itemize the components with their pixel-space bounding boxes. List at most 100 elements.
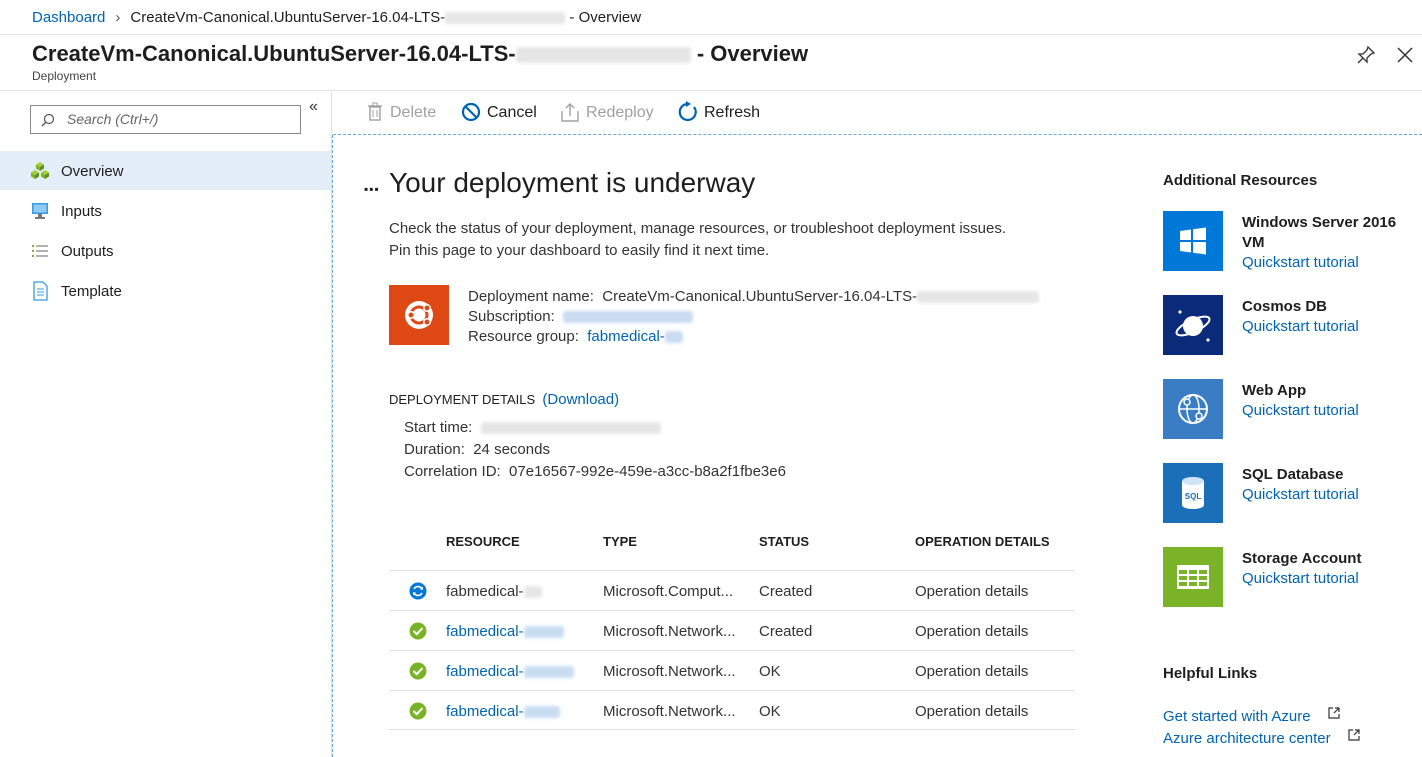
- operation-details-link[interactable]: Operation details: [915, 583, 1028, 600]
- outputs-list-icon: [32, 245, 48, 257]
- sidebar-item-outputs[interactable]: Outputs: [0, 231, 331, 270]
- quickstart-link[interactable]: Quickstart tutorial: [1242, 486, 1359, 503]
- loading-dots-icon: ▪▪▪: [364, 182, 380, 196]
- start-time-row: Start time:: [404, 419, 661, 436]
- redacted-text: [917, 291, 1040, 304]
- redacted-text: [445, 12, 566, 25]
- success-check-icon: [409, 622, 427, 640]
- in-progress-icon: [409, 582, 427, 600]
- resource-title: Cosmos DB: [1242, 298, 1328, 315]
- external-link-icon: [1348, 729, 1360, 741]
- duration-label: Duration:: [404, 441, 465, 458]
- refresh-icon: [678, 101, 697, 122]
- sidebar-item-label: Outputs: [61, 243, 114, 260]
- helpful-links-heading: Helpful Links: [1163, 665, 1258, 682]
- redeploy-button[interactable]: Redeploy: [586, 104, 654, 122]
- pin-icon[interactable]: [1355, 44, 1377, 66]
- sidebar-item-inputs[interactable]: Inputs: [0, 191, 331, 230]
- column-header-type: TYPE: [603, 534, 637, 549]
- resource-type: Microsoft.Network...: [603, 703, 736, 720]
- architecture-center-link[interactable]: Azure architecture center: [1163, 730, 1331, 747]
- search-input[interactable]: Search (Ctrl+/): [30, 105, 301, 134]
- sql-database-icon[interactable]: SQL: [1163, 463, 1223, 523]
- resource-group-link[interactable]: fabmedical-: [587, 328, 665, 345]
- resource-type: Microsoft.Network...: [603, 623, 736, 640]
- quickstart-link[interactable]: Quickstart tutorial: [1242, 570, 1359, 587]
- refresh-button[interactable]: Refresh: [704, 104, 760, 122]
- subscription-label: Subscription:: [468, 308, 555, 325]
- cancel-button[interactable]: Cancel: [487, 104, 537, 122]
- column-header-resource: RESOURCE: [446, 534, 520, 549]
- sidebar-item-overview[interactable]: Overview: [0, 151, 331, 190]
- close-icon[interactable]: [1394, 44, 1416, 66]
- resource-type: Microsoft.Network...: [603, 663, 736, 680]
- table-row: fabmedical- Microsoft.Network... OK Oper…: [389, 690, 1075, 730]
- resource-group-row: Resource group: fabmedical-: [468, 328, 683, 345]
- search-icon: [41, 113, 55, 127]
- resource-name-link[interactable]: fabmedical-: [446, 703, 560, 720]
- resource-name: fabmedical-: [446, 583, 542, 600]
- cosmos-planet-icon[interactable]: [1163, 295, 1223, 355]
- page-title-suffix: - Overview: [690, 41, 809, 66]
- quickstart-link[interactable]: Quickstart tutorial: [1242, 254, 1359, 271]
- get-started-link[interactable]: Get started with Azure: [1163, 708, 1311, 725]
- resource-title: Storage Account: [1242, 550, 1362, 567]
- download-link[interactable]: (Download): [542, 391, 619, 408]
- description-line: Check the status of your deployment, man…: [389, 220, 1006, 237]
- success-check-icon: [409, 662, 427, 680]
- correlation-value: 07e16567-992e-459e-a3cc-b8a2f1fbe3e6: [509, 463, 786, 480]
- external-link-icon: [1328, 707, 1340, 719]
- sidebar-item-label: Template: [61, 283, 122, 300]
- resource-status: OK: [759, 663, 781, 680]
- start-time-label: Start time:: [404, 419, 473, 436]
- windows-icon[interactable]: [1163, 211, 1223, 271]
- table-row: fabmedical- Microsoft.Network... OK Oper…: [389, 650, 1075, 690]
- storage-table-icon[interactable]: [1163, 547, 1223, 607]
- duration-row: Duration: 24 seconds: [404, 441, 550, 458]
- breadcrumb-dashboard-link[interactable]: Dashboard: [32, 9, 105, 26]
- deployment-details-heading: DEPLOYMENT DETAILS (Download): [389, 391, 619, 408]
- quickstart-link[interactable]: Quickstart tutorial: [1242, 402, 1359, 419]
- resource-name-link[interactable]: fabmedical-: [446, 623, 564, 640]
- collapse-sidebar-icon[interactable]: «: [309, 98, 318, 116]
- redeploy-upload-icon: [561, 103, 579, 122]
- inputs-monitor-icon: [32, 203, 48, 219]
- sidebar-item-template[interactable]: Template: [0, 271, 331, 310]
- resource-name-link[interactable]: fabmedical-: [446, 663, 574, 680]
- subscription-link[interactable]: [563, 311, 694, 324]
- template-document-icon: [33, 281, 48, 301]
- operation-details-link[interactable]: Operation details: [915, 623, 1028, 640]
- column-header-status: STATUS: [759, 534, 810, 549]
- redacted-text: [480, 422, 661, 435]
- ubuntu-logo-icon: [389, 285, 449, 345]
- deployment-name-row: Deployment name: CreateVm-Canonical.Ubun…: [468, 288, 1040, 305]
- resource-status: Created: [759, 583, 813, 600]
- correlation-label: Correlation ID:: [404, 463, 501, 480]
- resource-title: Web App: [1242, 382, 1307, 399]
- delete-trash-icon: [368, 102, 382, 121]
- resource-type: Microsoft.Comput...: [603, 583, 734, 600]
- deployment-heading: Your deployment is underway: [389, 167, 756, 198]
- web-app-globe-icon[interactable]: [1163, 379, 1223, 439]
- operation-details-link[interactable]: Operation details: [915, 703, 1028, 720]
- overview-cubes-icon: [31, 162, 49, 179]
- correlation-row: Correlation ID: 07e16567-992e-459e-a3cc-…: [404, 463, 786, 480]
- resource-group-label: Resource group:: [468, 328, 579, 345]
- additional-resources-heading: Additional Resources: [1163, 172, 1318, 189]
- page-subtitle: Deployment: [32, 69, 97, 83]
- operation-details-link[interactable]: Operation details: [915, 663, 1028, 680]
- redacted-text: [515, 47, 691, 64]
- redacted-text: [664, 331, 683, 344]
- breadcrumb-current-prefix: CreateVm-Canonical.UbuntuServer-16.04-LT…: [130, 9, 446, 26]
- content-border: [332, 135, 333, 757]
- column-header-operation-details: OPERATION DETAILS: [915, 534, 1050, 549]
- description-line: Pin this page to your dashboard to easil…: [389, 242, 770, 259]
- sidebar-item-label: Overview: [61, 163, 124, 180]
- table-row: fabmedical- Microsoft.Network... Created…: [389, 610, 1075, 650]
- resource-status: Created: [759, 623, 813, 640]
- quickstart-link[interactable]: Quickstart tutorial: [1242, 318, 1359, 335]
- breadcrumb-current-suffix: - Overview: [565, 9, 642, 26]
- delete-button[interactable]: Delete: [390, 104, 436, 122]
- deployment-name-label: Deployment name:: [468, 288, 594, 305]
- success-check-icon: [409, 702, 427, 720]
